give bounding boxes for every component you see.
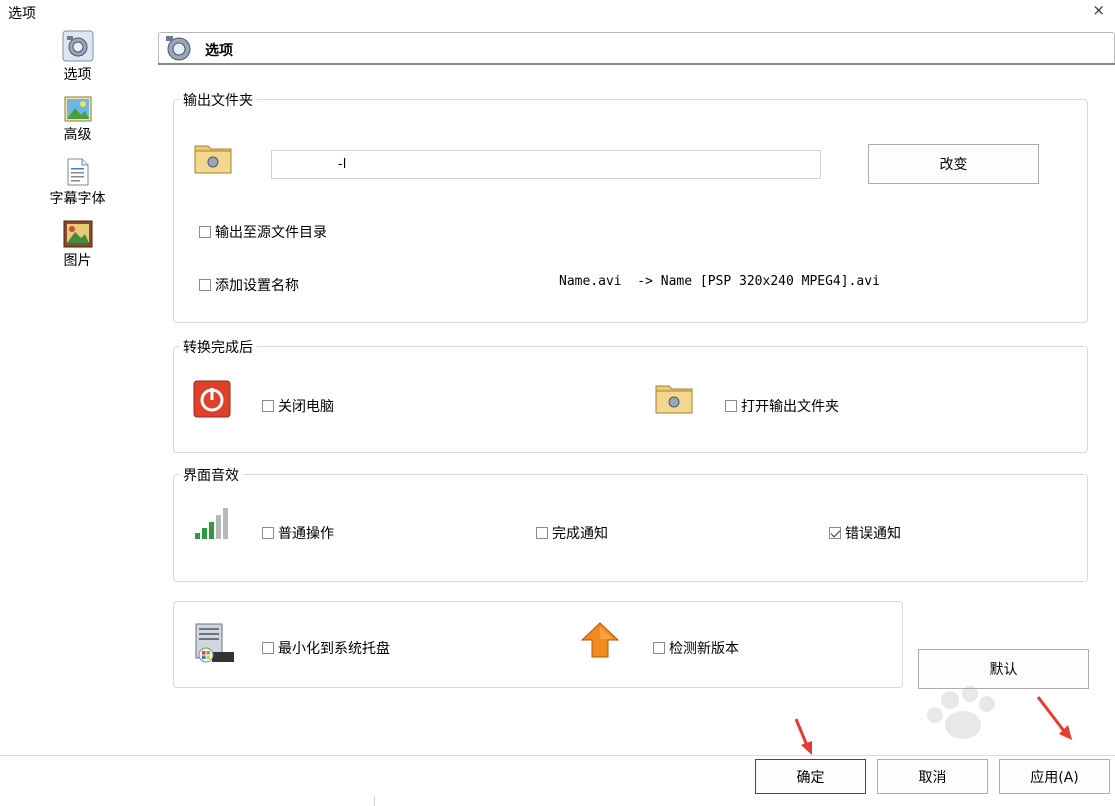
ok-button[interactable]: 确定 [755, 759, 866, 794]
checkbox-box[interactable] [653, 642, 665, 654]
checkbox-box[interactable] [199, 279, 211, 291]
sidebar-item-advanced[interactable]: 高级 [40, 96, 115, 144]
sidebar-item-subtitle-font[interactable]: 字幕字体 [40, 158, 115, 208]
header-divider [158, 63, 1115, 65]
shutdown-checkbox[interactable]: 关闭电脑 [262, 396, 334, 416]
image-album-icon [63, 220, 92, 248]
checkbox-label: 添加设置名称 [215, 278, 299, 294]
filename-example: Name.avi -> Name [PSP 320x240 MPEG4].avi [559, 274, 880, 289]
check-update-checkbox[interactable]: 检测新版本 [653, 638, 739, 658]
sidebar-item-label: 字幕字体 [49, 191, 106, 207]
status-divider [374, 796, 375, 806]
annotation-arrow-icon [1036, 696, 1072, 740]
checkbox-box-checked[interactable] [829, 527, 841, 539]
sidebar-item-label: 图片 [63, 253, 92, 269]
output-path-value: -l [338, 157, 347, 172]
page-title: 选项 [205, 43, 233, 59]
checkbox-label: 输出至源文件目录 [215, 225, 327, 241]
bottom-divider [0, 755, 1115, 756]
landscape-picture-icon [64, 96, 91, 122]
window-title: 选项 [8, 6, 36, 22]
page-header: 选项 [158, 32, 1115, 64]
camera-options-icon [166, 36, 191, 61]
folder-icon [655, 385, 693, 414]
sidebar-item-label: 高级 [63, 127, 92, 143]
checkbox-box[interactable] [725, 400, 737, 412]
checkbox-label: 最小化到系统托盘 [278, 641, 390, 657]
checkbox-box[interactable] [262, 642, 274, 654]
camera-options-icon [62, 30, 93, 62]
checkbox-box[interactable] [536, 527, 548, 539]
checkbox-box[interactable] [199, 226, 211, 238]
volume-bars-icon [195, 508, 228, 539]
annotation-arrow-icon [794, 718, 812, 755]
add-setting-name-checkbox[interactable]: 添加设置名称 [199, 275, 299, 295]
checkbox-label: 普通操作 [278, 526, 334, 542]
folder-icon [194, 145, 232, 174]
sidebar-item-label: 选项 [63, 67, 92, 83]
cancel-button[interactable]: 取消 [877, 759, 988, 794]
checkbox-label: 错误通知 [845, 526, 901, 542]
checkbox-label: 检测新版本 [669, 641, 739, 657]
output-path-input[interactable]: -l [271, 150, 821, 179]
minimize-to-tray-checkbox[interactable]: 最小化到系统托盘 [262, 638, 390, 658]
after-convert-legend: 转换完成后 [179, 337, 257, 357]
document-text-icon [67, 158, 88, 186]
normal-operation-checkbox[interactable]: 普通操作 [262, 523, 334, 543]
checkbox-label: 完成通知 [552, 526, 608, 542]
open-output-folder-checkbox[interactable]: 打开输出文件夹 [725, 396, 839, 416]
output-to-source-checkbox[interactable]: 输出至源文件目录 [199, 222, 327, 242]
sidebar-item-options[interactable]: 选项 [40, 30, 115, 84]
error-notify-checkbox[interactable]: 错误通知 [829, 523, 901, 543]
complete-notify-checkbox[interactable]: 完成通知 [536, 523, 608, 543]
checkbox-box[interactable] [262, 400, 274, 412]
sidebar: 选项 高级 字幕字体 图片 [0, 24, 155, 754]
update-arrow-icon [581, 622, 619, 658]
checkbox-box[interactable] [262, 527, 274, 539]
close-icon[interactable]: × [1092, 1, 1105, 19]
sidebar-item-image[interactable]: 图片 [40, 220, 115, 270]
power-icon [193, 380, 231, 418]
output-folder-legend: 输出文件夹 [179, 90, 257, 110]
change-folder-button[interactable]: 改变 [868, 144, 1039, 184]
sound-legend: 界面音效 [179, 465, 243, 485]
output-folder-group [173, 99, 1088, 323]
checkbox-label: 打开输出文件夹 [741, 399, 839, 415]
checkbox-label: 关闭电脑 [278, 399, 334, 415]
title-bar: 选项 × [0, 0, 1115, 24]
system-tray-icon [195, 623, 234, 663]
apply-button[interactable]: 应用(A) [999, 759, 1110, 794]
